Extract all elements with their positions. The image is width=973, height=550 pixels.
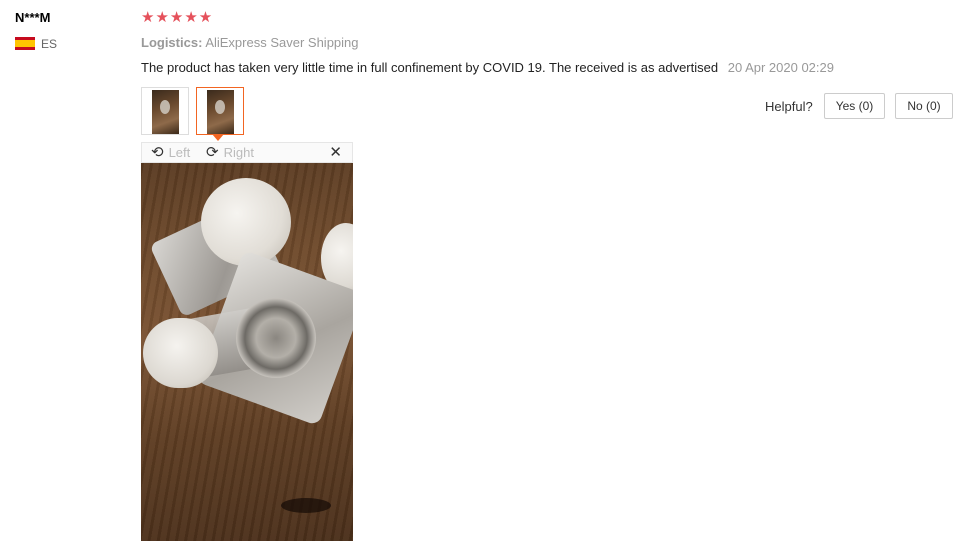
logistics-info: Logistics: AliExpress Saver Shipping (141, 35, 359, 50)
country-code: ES (41, 37, 58, 51)
photo-thumbnail-image (152, 90, 179, 134)
review-photo-thumbnail-1[interactable] (141, 87, 189, 135)
selected-thumbnail-arrow-icon (212, 134, 224, 141)
rotate-right-button[interactable]: ⟳ Right (206, 143, 254, 162)
review-photo-large (141, 163, 353, 541)
logistics-value: AliExpress Saver Shipping (205, 35, 359, 50)
star-rating: ★★★★★ (141, 9, 214, 26)
review-text: The product has taken very little time i… (141, 60, 719, 75)
rotate-left-icon: ⟲ (151, 144, 164, 161)
photo-thumbnail-image (207, 90, 234, 134)
caster-swivel-hub (236, 298, 316, 378)
review-body: The product has taken very little time i… (141, 60, 834, 75)
helpful-no-button[interactable]: No (0) (895, 93, 953, 119)
review-date: 20 Apr 2020 02:29 (727, 60, 834, 75)
close-icon[interactable]: ✕ (329, 143, 342, 162)
review-photo-thumbnail-2[interactable] (196, 87, 244, 135)
rotate-right-label: Right (223, 145, 254, 160)
rotate-left-button[interactable]: ⟲ Left (151, 143, 190, 162)
helpful-label: Helpful? (765, 99, 813, 114)
rotate-left-label: Left (168, 145, 191, 160)
rotate-right-icon: ⟳ (206, 144, 219, 161)
helpful-yes-button[interactable]: Yes (0) (824, 93, 885, 119)
photo-viewer-toolbar: ⟲ Left ⟳ Right ✕ (141, 142, 353, 163)
caster-wheel (143, 318, 218, 388)
logistics-label: Logistics: (141, 35, 203, 50)
spain-flag-icon (15, 37, 35, 50)
reviewer-name: N***M (15, 10, 51, 25)
shadow (281, 498, 331, 513)
